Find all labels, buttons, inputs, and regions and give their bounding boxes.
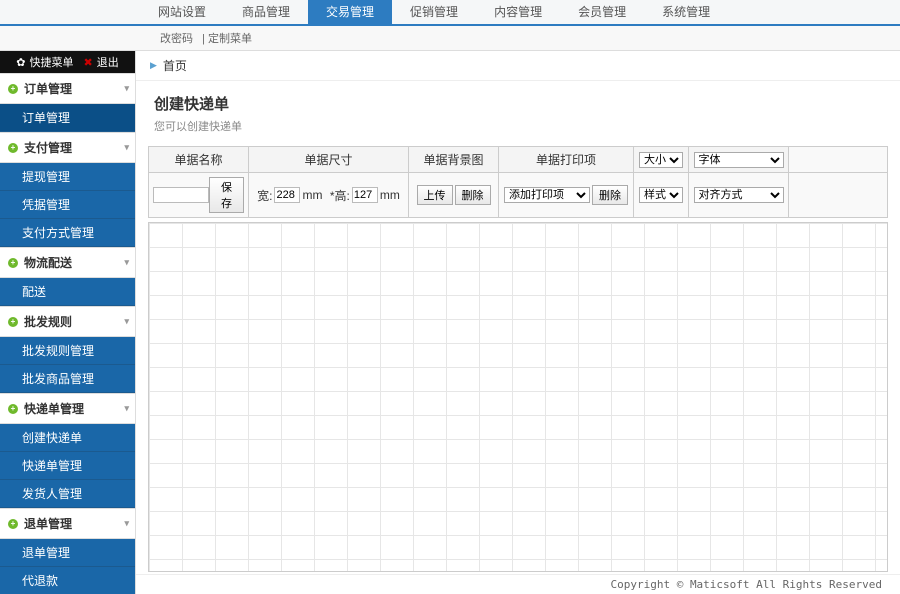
chevron-down-icon: ▾: [124, 518, 129, 529]
toolbar: 单据名称 单据尺寸 单据背景图 单据打印项 大小 字体 保存 宽: mm: [148, 146, 888, 218]
crumb-bar: 改密码 | 定制菜单: [0, 26, 900, 51]
th-size: 单据尺寸: [249, 147, 409, 172]
sidebar-item[interactable]: 创建快递单: [0, 424, 135, 452]
plus-icon: +: [8, 404, 18, 414]
height-unit: mm: [380, 188, 400, 202]
topnav-item[interactable]: 系统管理: [644, 0, 728, 24]
sidebar-item[interactable]: 订单管理: [0, 104, 135, 132]
topnav-item[interactable]: 促销管理: [392, 0, 476, 24]
crumb-password[interactable]: 改密码: [160, 33, 193, 45]
align-select[interactable]: 对齐方式: [694, 187, 784, 203]
topnav-item[interactable]: 交易管理: [308, 0, 392, 24]
sidebar-group-header[interactable]: +批发规则▾: [0, 306, 135, 337]
sidebar-group-header[interactable]: +快递单管理▾: [0, 393, 135, 424]
sidebar-item[interactable]: 代退款: [0, 567, 135, 594]
sidebar-item[interactable]: 凭据管理: [0, 191, 135, 219]
name-input[interactable]: [153, 187, 209, 203]
topnav-item[interactable]: 内容管理: [476, 0, 560, 24]
topnav-item[interactable]: 网站设置: [140, 0, 224, 24]
add-print-select[interactable]: 添加打印项: [504, 187, 590, 203]
triangle-icon: ▶: [150, 60, 157, 71]
th-bg: 单据背景图: [409, 147, 499, 172]
th-print: 单据打印项: [499, 147, 634, 172]
style-select[interactable]: 样式: [639, 187, 683, 203]
sidebar-top: ✿ 快捷菜单 ✖ 退出: [0, 51, 135, 73]
chevron-down-icon: ▾: [124, 316, 129, 327]
font-size-select-hdr[interactable]: 大小: [639, 152, 683, 168]
sidebar: ✿ 快捷菜单 ✖ 退出 +订单管理▾订单管理+支付管理▾提现管理凭据管理支付方式…: [0, 51, 135, 594]
breadcrumb: ▶ 首页: [136, 51, 900, 81]
sidebar-group-header[interactable]: +退单管理▾: [0, 508, 135, 539]
sidebar-item[interactable]: 配送: [0, 278, 135, 306]
delete-bg-button[interactable]: 删除: [455, 185, 491, 205]
chevron-down-icon: ▾: [124, 403, 129, 414]
sidebar-item[interactable]: 提现管理: [0, 163, 135, 191]
chevron-down-icon: ▾: [124, 83, 129, 94]
topnav-item[interactable]: 商品管理: [224, 0, 308, 24]
sidebar-group-header[interactable]: +订单管理▾: [0, 73, 135, 104]
plus-icon: +: [8, 143, 18, 153]
plus-icon: +: [8, 317, 18, 327]
chevron-down-icon: ▾: [124, 257, 129, 268]
plus-icon: +: [8, 519, 18, 529]
crumb-custom-menu[interactable]: 定制菜单: [208, 33, 252, 45]
sidebar-item[interactable]: 支付方式管理: [0, 219, 135, 247]
chevron-down-icon: ▾: [124, 142, 129, 153]
delete-print-button[interactable]: 删除: [592, 185, 628, 205]
plus-icon: +: [8, 84, 18, 94]
height-label: *高:: [330, 187, 350, 204]
width-input[interactable]: [274, 187, 300, 203]
width-label: 宽:: [257, 187, 272, 204]
top-nav: 网站设置商品管理交易管理促销管理内容管理会员管理系统管理: [0, 0, 900, 26]
main: ▶ 首页 创建快递单 您可以创建快递单 单据名称 单据尺寸 单据背景图 单据打印…: [135, 51, 900, 594]
footer: Copyright © Maticsoft All Rights Reserve…: [136, 574, 900, 594]
height-input[interactable]: [352, 187, 378, 203]
page-title: 创建快递单: [154, 93, 882, 114]
font-select-hdr[interactable]: 字体: [694, 152, 784, 168]
close-icon[interactable]: ✖: [84, 56, 93, 69]
sidebar-fav-label[interactable]: 快捷菜单: [30, 54, 74, 70]
sidebar-item[interactable]: 批发商品管理: [0, 365, 135, 393]
breadcrumb-home[interactable]: 首页: [163, 57, 187, 74]
design-canvas[interactable]: [148, 222, 888, 572]
sidebar-item[interactable]: 批发规则管理: [0, 337, 135, 365]
sidebar-group-header[interactable]: +支付管理▾: [0, 132, 135, 163]
topnav-item[interactable]: 会员管理: [560, 0, 644, 24]
sidebar-exit-label[interactable]: 退出: [97, 54, 119, 70]
page-subtitle: 您可以创建快递单: [154, 118, 882, 134]
sidebar-group-header[interactable]: +物流配送▾: [0, 247, 135, 278]
gear-icon: ✿: [16, 56, 25, 69]
sidebar-item[interactable]: 退单管理: [0, 539, 135, 567]
th-name: 单据名称: [149, 147, 249, 172]
width-unit: mm: [302, 188, 322, 202]
plus-icon: +: [8, 258, 18, 268]
upload-button[interactable]: 上传: [417, 185, 453, 205]
save-button[interactable]: 保存: [209, 177, 244, 213]
sidebar-item[interactable]: 发货人管理: [0, 480, 135, 508]
sidebar-item[interactable]: 快递单管理: [0, 452, 135, 480]
